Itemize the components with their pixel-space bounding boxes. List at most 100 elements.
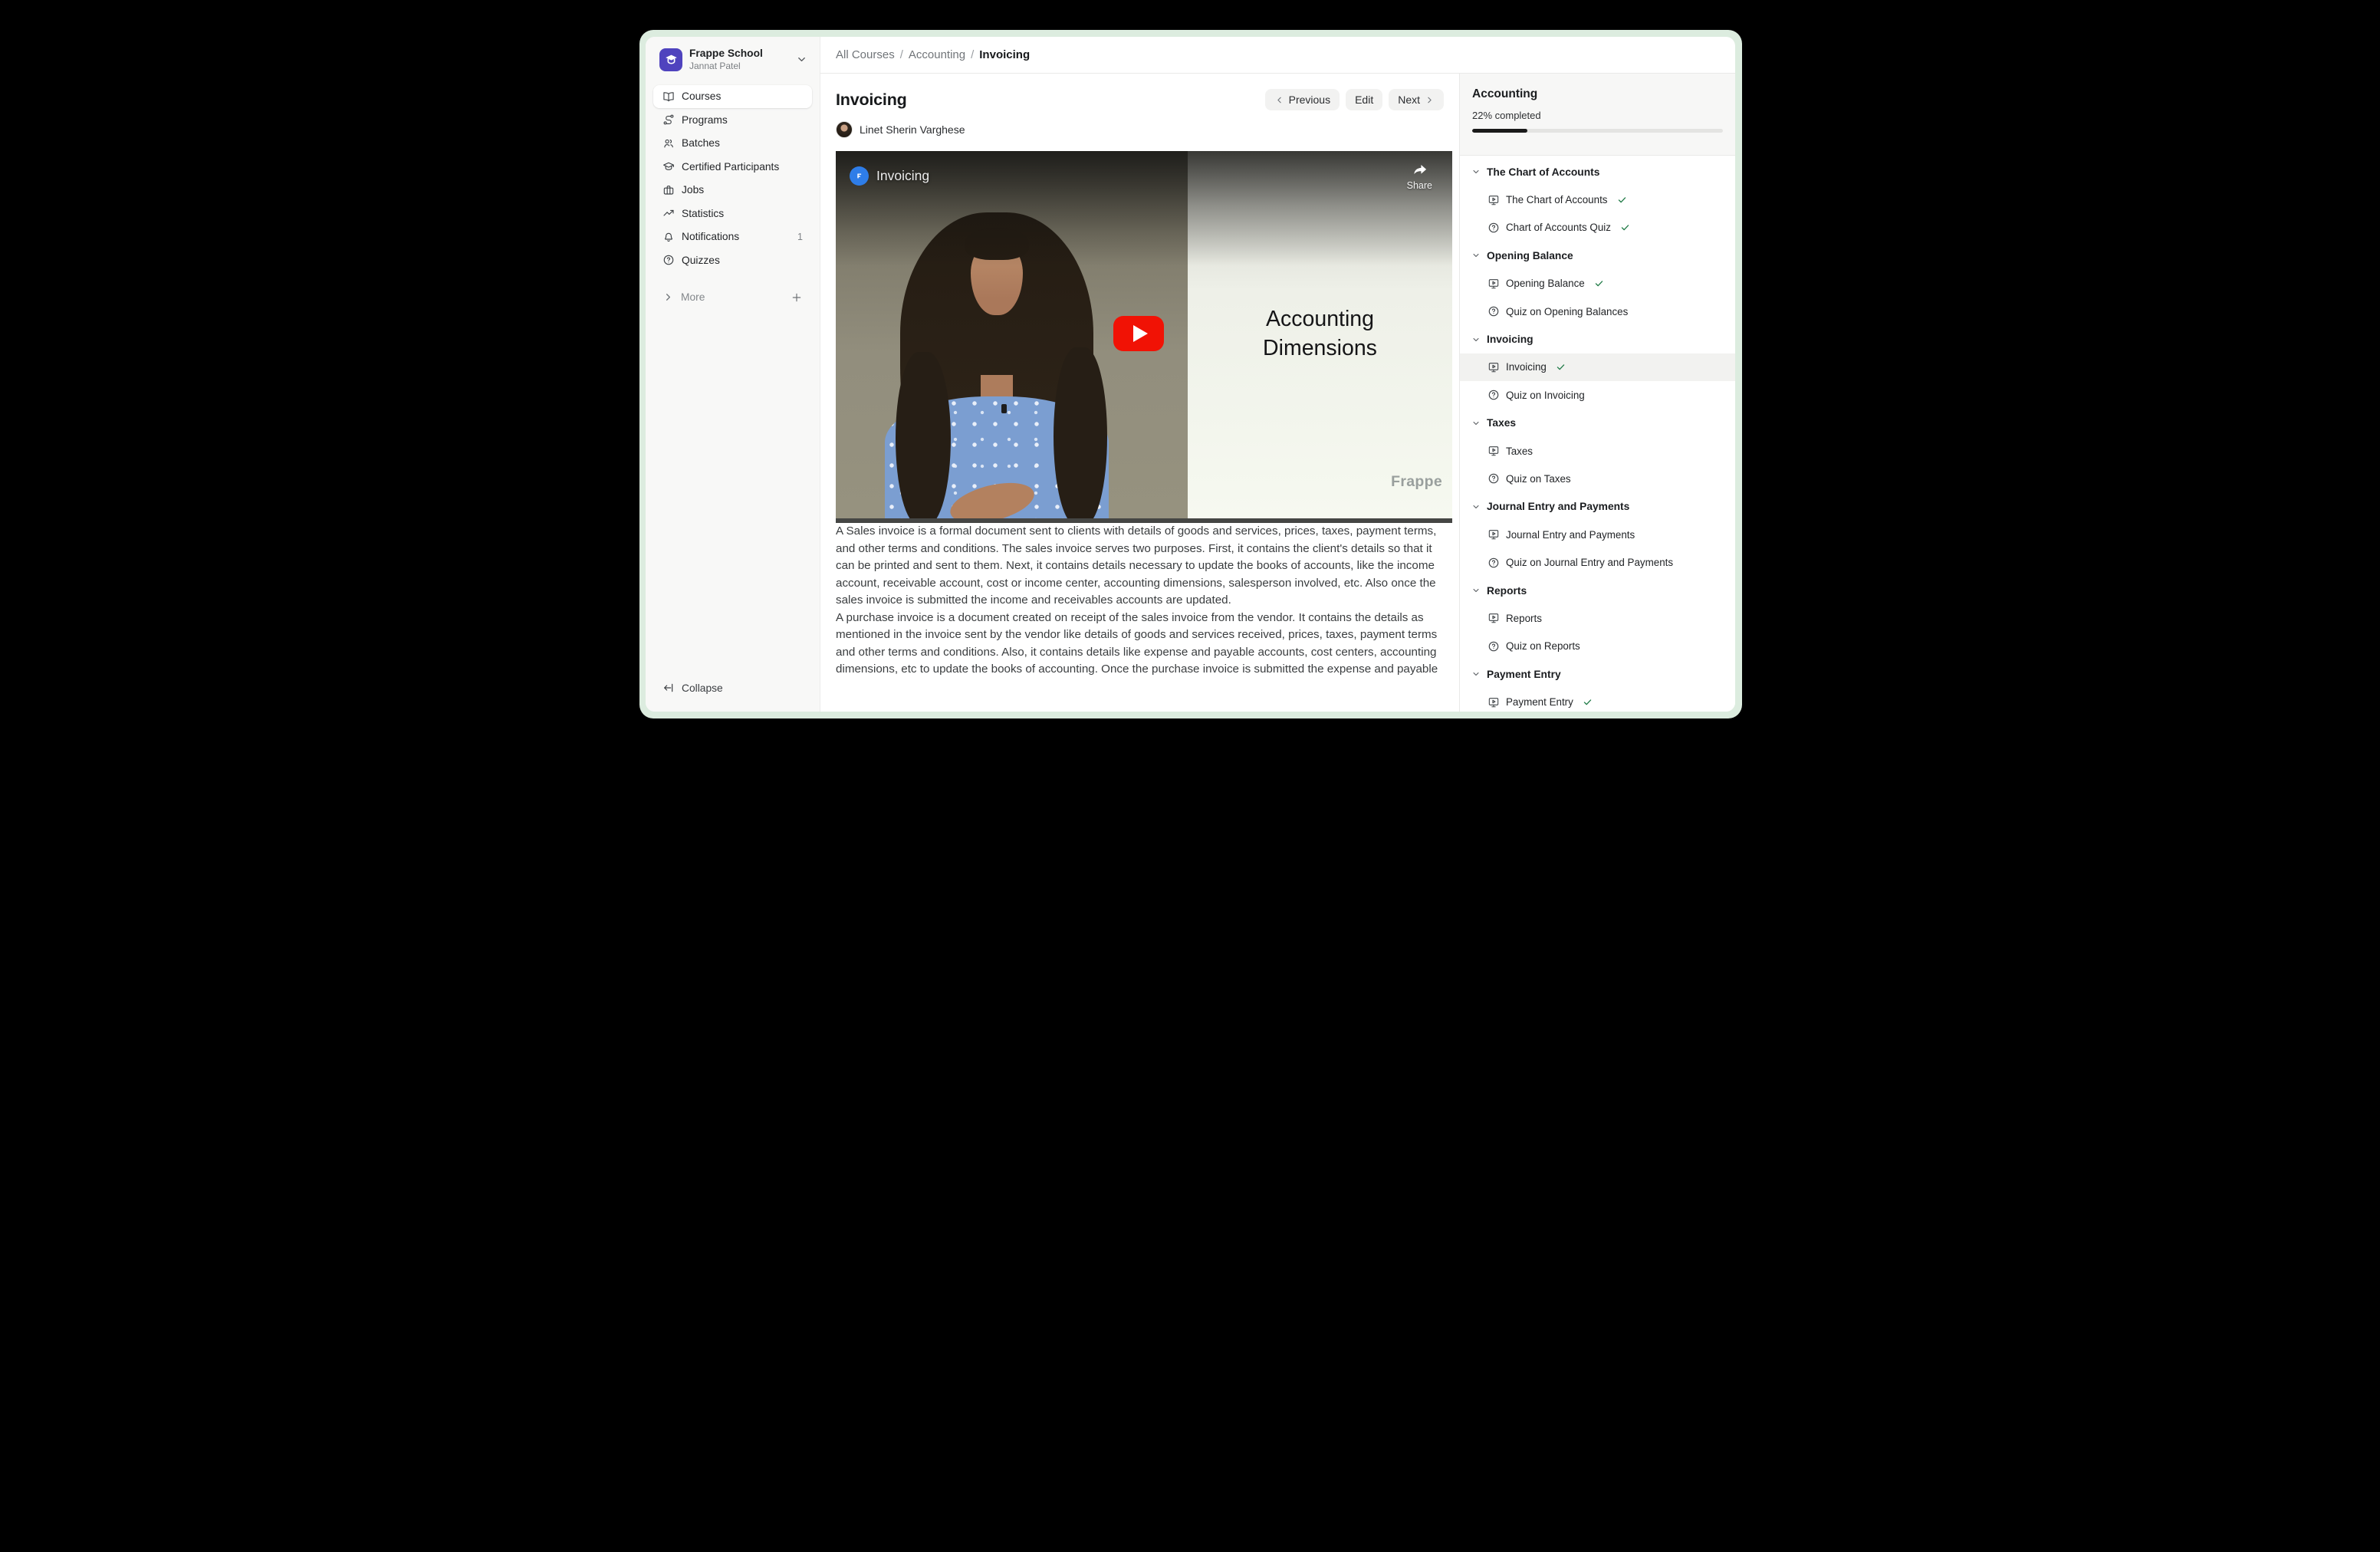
chevron-down-icon xyxy=(1471,586,1481,595)
chevron-right-icon xyxy=(1425,95,1435,105)
notification-count-badge: 1 xyxy=(797,232,803,242)
next-button[interactable]: Next xyxy=(1389,89,1444,110)
frappe-f-icon[interactable] xyxy=(850,166,869,186)
section-title: Opening Balance xyxy=(1487,250,1573,261)
sidebar-item-certified-participants[interactable]: Certified Participants xyxy=(653,155,812,179)
sidebar-more-group: More xyxy=(646,286,820,310)
video-slide-title: Accounting Dimensions xyxy=(1188,304,1452,363)
outline-lesson-quiz-on-opening-balances[interactable]: Quiz on Opening Balances xyxy=(1460,298,1735,325)
frappe-school-logo xyxy=(659,48,682,71)
outline-lesson-taxes[interactable]: Taxes xyxy=(1460,437,1735,465)
sidebar-item-courses[interactable]: Courses xyxy=(653,85,812,109)
check-icon xyxy=(1617,195,1627,205)
monitor-play-icon xyxy=(1488,194,1500,206)
sidebar-item-label: Batches xyxy=(682,137,720,149)
monitor-play-icon xyxy=(1488,361,1500,373)
video-title-row: Invoicing xyxy=(850,166,929,186)
book-open-icon xyxy=(662,90,675,103)
app-window: Frappe School Jannat Patel Courses Progra… xyxy=(646,37,1735,712)
lesson-title: Chart of Accounts Quiz xyxy=(1506,222,1611,233)
lesson-title: The Chart of Accounts xyxy=(1506,194,1608,206)
share-label: Share xyxy=(1407,180,1432,191)
person-hair-strand xyxy=(896,352,951,518)
outline-lesson-payment-entry[interactable]: Payment Entry xyxy=(1460,688,1735,712)
section-title: Invoicing xyxy=(1487,334,1534,345)
outline-lesson-invoicing[interactable]: Invoicing xyxy=(1460,353,1735,381)
outline-lesson-quiz-on-invoicing[interactable]: Quiz on Invoicing xyxy=(1460,381,1735,409)
author-name: Linet Sherin Varghese xyxy=(860,123,965,136)
outline-lesson-reports[interactable]: Reports xyxy=(1460,604,1735,632)
sidebar-item-label: Certified Participants xyxy=(682,161,779,173)
sidebar-item-more[interactable]: More xyxy=(653,286,812,310)
video-player[interactable]: Accounting Dimensions Invoicing xyxy=(836,151,1452,523)
breadcrumb: All Courses / Accounting / Invoicing xyxy=(820,37,1735,74)
outline-section-the-chart-of-accounts[interactable]: The Chart of Accounts xyxy=(1460,158,1735,186)
chevron-right-icon xyxy=(662,291,674,303)
course-outline: Accounting 22% completed The Chart of Ac… xyxy=(1459,74,1735,712)
monitor-play-icon xyxy=(1488,528,1500,541)
breadcrumb-all-courses[interactable]: All Courses xyxy=(836,48,895,61)
workspace-switcher[interactable]: Frappe School Jannat Patel xyxy=(646,37,820,72)
sidebar-item-label: Programs xyxy=(682,114,728,126)
outline-lesson-quiz-on-reports[interactable]: Quiz on Reports xyxy=(1460,633,1735,660)
outline-lesson-journal-entry-and-payments[interactable]: Journal Entry and Payments xyxy=(1460,521,1735,548)
check-icon xyxy=(1583,697,1593,707)
help-circle-icon xyxy=(662,254,675,266)
course-title: Accounting xyxy=(1472,87,1723,101)
check-icon xyxy=(1594,278,1604,288)
plus-icon[interactable] xyxy=(791,291,803,304)
app-title: Frappe School xyxy=(689,48,763,60)
breadcrumb-course[interactable]: Accounting xyxy=(909,48,965,61)
monitor-play-icon xyxy=(1488,612,1500,624)
lesson-paragraph: A Sales invoice is a formal document sen… xyxy=(836,523,1451,610)
play-button[interactable] xyxy=(1113,316,1164,351)
sidebar: Frappe School Jannat Patel Courses Progra… xyxy=(646,37,820,712)
chevron-down-icon xyxy=(796,54,807,65)
outline-section-payment-entry[interactable]: Payment Entry xyxy=(1460,660,1735,688)
author-row: Linet Sherin Varghese xyxy=(836,121,1451,138)
chevron-down-icon xyxy=(1471,502,1481,511)
outline-section-reports[interactable]: Reports xyxy=(1460,577,1735,604)
outline-section-opening-balance[interactable]: Opening Balance xyxy=(1460,242,1735,269)
sidebar-collapse-button[interactable]: Collapse xyxy=(653,676,812,699)
previous-button[interactable]: Previous xyxy=(1265,89,1340,110)
outline-lesson-quiz-on-journal-entry-and-payments[interactable]: Quiz on Journal Entry and Payments xyxy=(1460,548,1735,576)
user-name: Jannat Patel xyxy=(689,61,763,72)
lesson-title: Taxes xyxy=(1506,446,1533,457)
chevron-down-icon xyxy=(1471,335,1481,344)
check-icon xyxy=(1620,222,1630,232)
chevron-down-icon xyxy=(1471,419,1481,428)
sidebar-item-programs[interactable]: Programs xyxy=(653,108,812,132)
course-outline-header: Accounting 22% completed xyxy=(1460,74,1735,156)
users-icon xyxy=(662,137,675,150)
video-title[interactable]: Invoicing xyxy=(876,168,929,184)
outline-lesson-opening-balance[interactable]: Opening Balance xyxy=(1460,270,1735,298)
person-hair-strand xyxy=(1054,347,1107,518)
lesson-title: Quiz on Opening Balances xyxy=(1506,306,1628,317)
window-frame: Frappe School Jannat Patel Courses Progra… xyxy=(639,30,1742,718)
sidebar-item-batches[interactable]: Batches xyxy=(653,132,812,156)
sidebar-item-statistics[interactable]: Statistics xyxy=(653,202,812,225)
briefcase-icon xyxy=(662,184,675,196)
outline-lesson-quiz-on-taxes[interactable]: Quiz on Taxes xyxy=(1460,465,1735,492)
lesson-title: Journal Entry and Payments xyxy=(1506,529,1635,541)
chevron-left-icon xyxy=(1274,95,1284,105)
outline-section-taxes[interactable]: Taxes xyxy=(1460,409,1735,437)
section-title: The Chart of Accounts xyxy=(1487,166,1599,178)
sidebar-nav: Courses Programs Batches Certified Particip… xyxy=(646,85,820,272)
sidebar-spacer xyxy=(646,309,820,676)
outline-lesson-chart-of-accounts-quiz[interactable]: Chart of Accounts Quiz xyxy=(1460,214,1735,242)
video-share-button[interactable]: Share xyxy=(1407,161,1432,191)
progress-bar-fill xyxy=(1472,129,1527,133)
sidebar-item-quizzes[interactable]: Quizzes xyxy=(653,248,812,272)
outline-lesson-the-chart-of-accounts[interactable]: The Chart of Accounts xyxy=(1460,186,1735,213)
lesson-title: Opening Balance xyxy=(1506,278,1585,289)
outline-section-invoicing[interactable]: Invoicing xyxy=(1460,325,1735,353)
outline-section-journal-entry-and-payments[interactable]: Journal Entry and Payments xyxy=(1460,493,1735,521)
section-title: Taxes xyxy=(1487,417,1516,429)
lesson-list: The Chart of Accounts The Chart of Accoun… xyxy=(1460,156,1735,712)
breadcrumb-current: Invoicing xyxy=(979,48,1030,61)
sidebar-item-notifications[interactable]: Notifications1 xyxy=(653,225,812,249)
sidebar-item-jobs[interactable]: Jobs xyxy=(653,179,812,202)
edit-button[interactable]: Edit xyxy=(1346,89,1382,110)
